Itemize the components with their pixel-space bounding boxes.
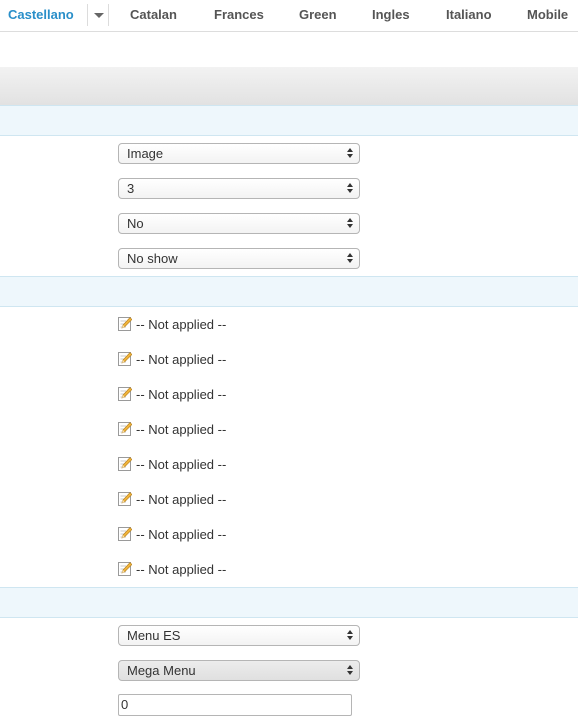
not-applied-label: -- Not applied -- bbox=[136, 387, 227, 402]
edit-pencil-icon[interactable] bbox=[118, 386, 132, 401]
show-option-select[interactable]: No show bbox=[118, 248, 360, 269]
select-arrows-icon bbox=[347, 252, 354, 265]
select-arrows-icon bbox=[347, 147, 354, 160]
menu-select[interactable]: Menu ES bbox=[118, 625, 360, 646]
language-tabs: Castellano Catalan Frances Green Ingles … bbox=[0, 0, 578, 32]
tab-frances[interactable]: Frances bbox=[214, 0, 264, 31]
tab-green[interactable]: Green bbox=[299, 0, 337, 31]
edit-pencil-icon[interactable] bbox=[118, 316, 132, 331]
section-header-2 bbox=[0, 276, 578, 307]
display-type-select[interactable]: Image bbox=[118, 143, 360, 164]
select-value: Menu ES bbox=[127, 628, 181, 643]
select-arrows-icon bbox=[347, 629, 354, 642]
edit-pencil-icon[interactable] bbox=[118, 491, 132, 506]
not-applied-label: -- Not applied -- bbox=[136, 527, 227, 542]
edit-pencil-icon[interactable] bbox=[118, 561, 132, 576]
edit-pencil-icon[interactable] bbox=[118, 456, 132, 471]
panel-header-bar bbox=[0, 67, 578, 106]
select-arrows-icon bbox=[347, 664, 354, 677]
select-value: 3 bbox=[127, 181, 135, 196]
select-value: Image bbox=[127, 146, 164, 161]
menu-type-select[interactable]: Mega Menu bbox=[118, 660, 360, 681]
not-applied-label: -- Not applied -- bbox=[136, 352, 227, 367]
chevron-down-icon[interactable] bbox=[87, 4, 109, 26]
select-value: Mega Menu bbox=[127, 663, 196, 678]
columns-select[interactable]: 3 bbox=[118, 178, 360, 199]
tab-italiano[interactable]: Italiano bbox=[446, 0, 492, 31]
edit-pencil-icon[interactable] bbox=[118, 526, 132, 541]
number-input[interactable]: 0 bbox=[118, 694, 352, 716]
edit-pencil-icon[interactable] bbox=[118, 351, 132, 366]
section-header-3 bbox=[0, 587, 578, 618]
tab-castellano[interactable]: Castellano bbox=[8, 0, 74, 31]
section-header-1 bbox=[0, 105, 578, 136]
select-value: No bbox=[127, 216, 144, 231]
select-value: No show bbox=[127, 251, 178, 266]
edit-pencil-icon[interactable] bbox=[118, 421, 132, 436]
select-arrows-icon bbox=[347, 182, 354, 195]
tab-ingles[interactable]: Ingles bbox=[372, 0, 410, 31]
not-applied-label: -- Not applied -- bbox=[136, 457, 227, 472]
yes-no-select[interactable]: No bbox=[118, 213, 360, 234]
select-arrows-icon bbox=[347, 217, 354, 230]
tab-catalan[interactable]: Catalan bbox=[130, 0, 177, 31]
not-applied-label: -- Not applied -- bbox=[136, 422, 227, 437]
not-applied-label: -- Not applied -- bbox=[136, 317, 227, 332]
tab-mobile[interactable]: Mobile bbox=[527, 0, 568, 31]
not-applied-label: -- Not applied -- bbox=[136, 492, 227, 507]
not-applied-label: -- Not applied -- bbox=[136, 562, 227, 577]
